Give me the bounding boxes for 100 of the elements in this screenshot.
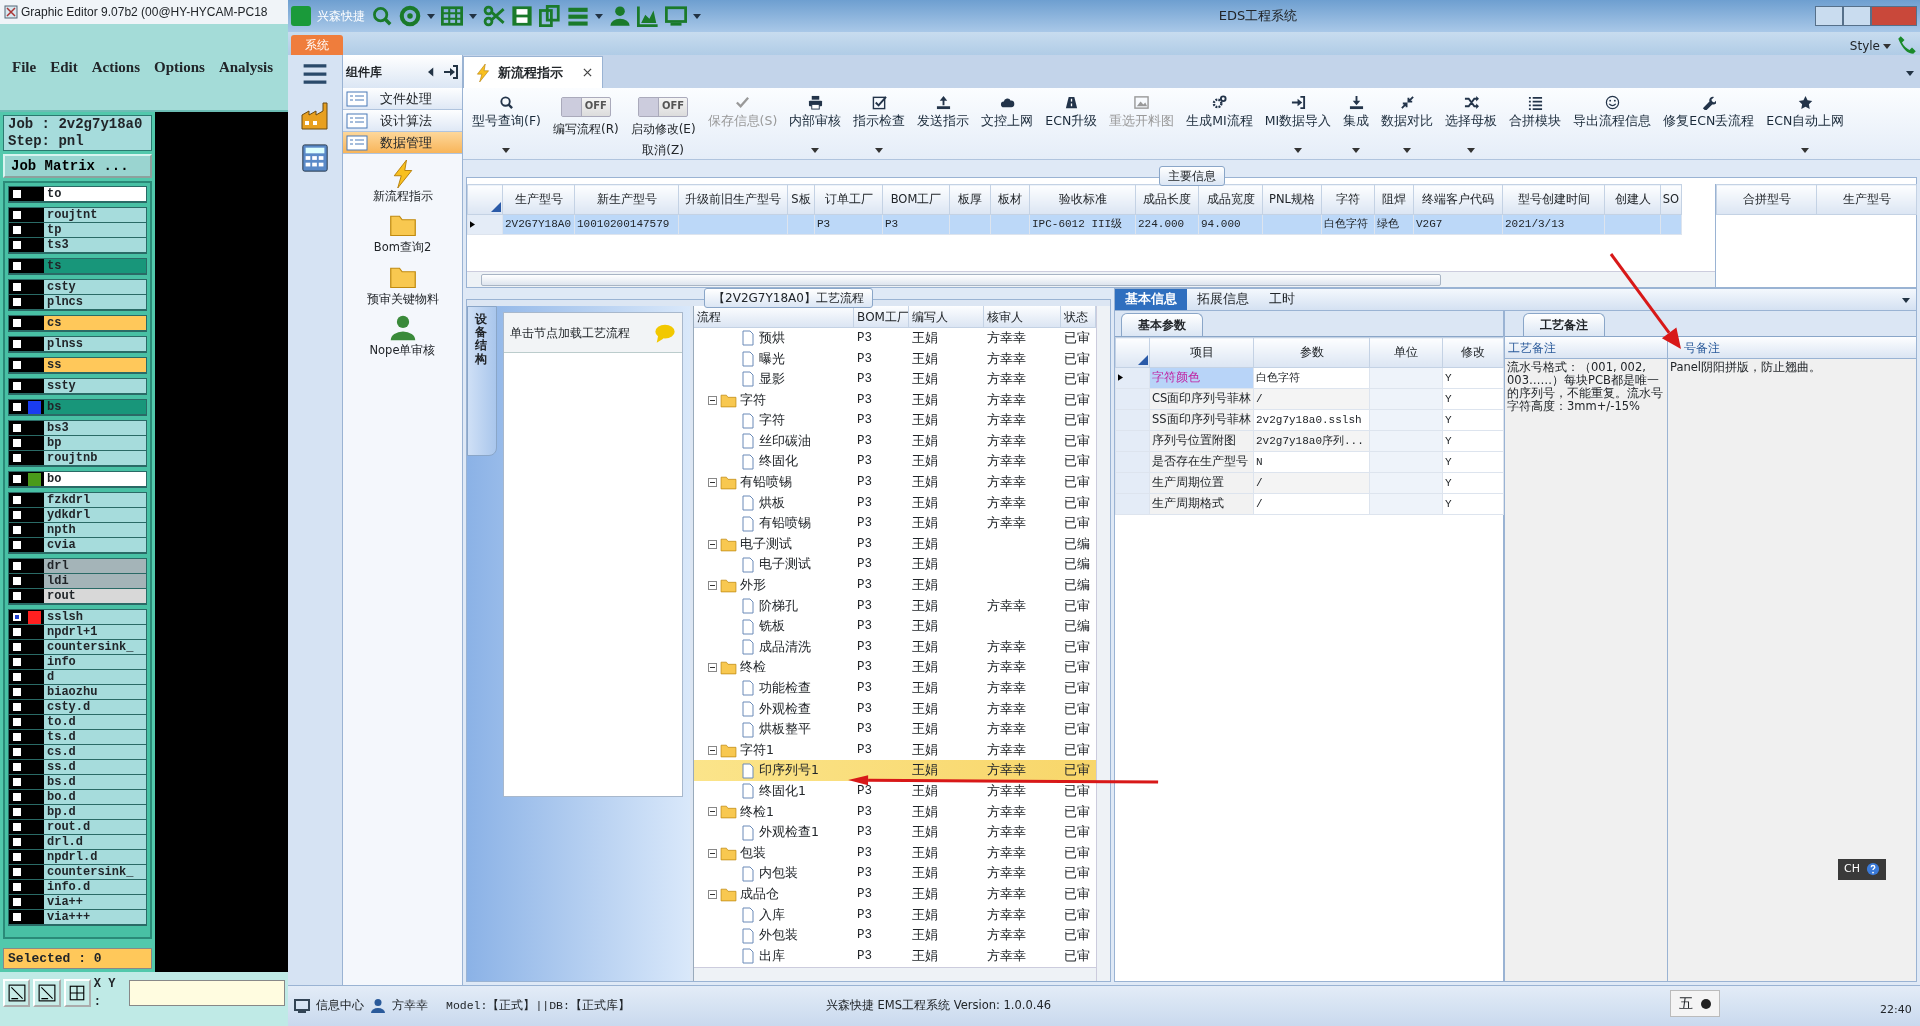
layer-checkbox[interactable] <box>11 896 23 908</box>
column-header[interactable]: 编写人 <box>909 306 985 327</box>
layer-name[interactable]: cs.d <box>44 745 146 759</box>
column-header[interactable]: 订单工厂 <box>814 184 883 215</box>
toolbar-button[interactable]: 内部审核 <box>783 91 848 153</box>
tree-row[interactable]: 预烘 P3 王娟 方幸幸 已审 <box>694 328 1097 349</box>
toolbar-button[interactable]: 导出流程信息 <box>1567 91 1658 153</box>
layer-checkbox[interactable] <box>11 791 23 803</box>
document-tab[interactable]: 新流程指示 <box>463 56 603 88</box>
tree-row[interactable]: 有铅喷锡 P3 王娟 方幸幸 已审 <box>694 513 1097 534</box>
column-header[interactable]: 升级前旧生产型号 <box>678 184 788 215</box>
layer-name[interactable]: npdrl.d <box>44 850 146 864</box>
tree-row[interactable]: 成品仓 P3 王娟 方幸幸 已审 <box>694 884 1097 905</box>
layer-name[interactable]: info.d <box>44 880 146 894</box>
menu-item[interactable]: Actions <box>91 55 140 79</box>
layer-checkbox[interactable] <box>11 509 23 521</box>
maximize-button[interactable] <box>1843 6 1871 26</box>
column-header[interactable]: 板厚 <box>949 184 991 215</box>
layer-name[interactable]: fzkdrl <box>44 493 146 507</box>
column-header[interactable]: 创建人 <box>1604 184 1661 215</box>
layer-name[interactable]: drl <box>44 559 146 573</box>
layer-name[interactable]: ldi <box>44 574 146 588</box>
column-header[interactable]: BOM工厂 <box>854 306 910 327</box>
menu-item[interactable]: Edit <box>50 55 78 79</box>
column-header[interactable]: 流程 <box>694 306 855 327</box>
factory-icon[interactable] <box>299 99 331 131</box>
launcher-item[interactable]: 预审关键物料 <box>343 262 462 308</box>
horizontal-scrollbar[interactable] <box>694 967 1097 981</box>
category-item[interactable]: 数据管理 <box>343 132 462 154</box>
toolbar-button[interactable] <box>33 979 61 1007</box>
column-header[interactable]: 验收标准 <box>1029 184 1136 215</box>
status-text[interactable]: 信息中心 <box>316 997 364 1015</box>
layer-checkbox[interactable] <box>11 494 23 506</box>
toolbar-button[interactable] <box>63 979 91 1007</box>
toolbar-button[interactable]: 选择母板 <box>1439 91 1504 153</box>
toolbar-button[interactable]: 生成MI流程 <box>1180 91 1259 153</box>
toolbar-button[interactable]: 发送指示 <box>911 91 976 153</box>
layer-checkbox[interactable] <box>11 851 23 863</box>
toolbar-button[interactable] <box>3 979 31 1007</box>
column-header[interactable]: 新生产型号 <box>574 184 679 215</box>
column-header[interactable]: SO <box>1660 184 1682 215</box>
collapse-toggle[interactable] <box>708 580 718 590</box>
tree-row[interactable]: 阶梯孔 P3 王娟 方幸幸 已审 <box>694 595 1097 617</box>
tab[interactable]: 拓展信息 <box>1187 289 1259 310</box>
layer-name[interactable]: ts.d <box>44 730 146 744</box>
layer-checkbox[interactable] <box>11 317 23 329</box>
column-header[interactable]: 合拼型号 <box>1716 184 1817 215</box>
layer-name[interactable]: ts <box>44 259 146 273</box>
layer-name[interactable]: ydkdrl <box>44 508 146 522</box>
layer-name[interactable]: csty <box>44 280 146 294</box>
toolbar-button[interactable]: ECN自动上网 <box>1760 91 1851 153</box>
layer-name[interactable]: bs.d <box>44 775 146 789</box>
launcher-item[interactable]: Bom查询2 <box>343 211 462 257</box>
tree-row[interactable]: 外观检查1 P3 王娟 方幸幸 已审 <box>694 822 1097 843</box>
layer-checkbox[interactable] <box>11 611 23 623</box>
layer-checkbox[interactable] <box>11 590 23 602</box>
layer-name[interactable]: ssty <box>44 379 146 393</box>
layer-name[interactable]: biaozhu <box>44 685 146 699</box>
tree-row[interactable]: 显影 P3 王娟 方幸幸 已审 <box>694 369 1097 390</box>
toolbar-button[interactable]: 合拼模块 <box>1503 91 1568 153</box>
layer-name[interactable]: roujtnb <box>44 451 146 465</box>
category-item[interactable]: 文件处理 <box>343 88 462 110</box>
toolbar-button[interactable]: 修复ECN丢流程 <box>1657 91 1761 153</box>
column-header[interactable]: 修改 <box>1442 337 1504 368</box>
column-header[interactable]: 号备注 <box>1668 337 1723 358</box>
layer-name[interactable]: to.d <box>44 715 146 729</box>
tree-row[interactable]: 字符 P3 王娟 方幸幸 已审 <box>694 410 1097 431</box>
column-header[interactable]: 项目 <box>1149 337 1254 368</box>
style-menu[interactable]: Style <box>1849 37 1891 55</box>
column-header[interactable]: 成品宽度 <box>1198 184 1263 215</box>
layer-checkbox[interactable] <box>11 473 23 485</box>
layer-checkbox[interactable] <box>11 260 23 272</box>
layer-checkbox[interactable] <box>11 281 23 293</box>
layer-name[interactable]: bp.d <box>44 805 146 819</box>
layer-name[interactable]: bp <box>44 436 146 450</box>
layer-checkbox[interactable] <box>11 380 23 392</box>
toolbar-button[interactable]: 指示检查 <box>847 91 912 153</box>
collapse-toggle[interactable] <box>708 745 718 755</box>
toolbar-button[interactable]: 集成 <box>1337 91 1376 153</box>
collapse-toggle[interactable] <box>708 663 718 673</box>
layer-checkbox[interactable] <box>11 560 23 572</box>
layer-name[interactable]: npdrl+1 <box>44 625 146 639</box>
layer-name[interactable]: info <box>44 655 146 669</box>
layer-checkbox[interactable] <box>11 641 23 653</box>
tree-row[interactable]: 外包装 P3 王娟 方幸幸 已审 <box>694 925 1097 946</box>
layer-checkbox[interactable] <box>11 746 23 758</box>
layer-checkbox[interactable] <box>11 575 23 587</box>
minimize-button[interactable] <box>1815 6 1843 26</box>
collapse-toggle[interactable] <box>708 889 718 899</box>
layer-checkbox[interactable] <box>11 911 23 923</box>
sub-tab[interactable]: 工艺备注 <box>1523 313 1605 336</box>
horizontal-scrollbar[interactable] <box>467 271 1715 287</box>
tree-row[interactable]: 内包装 P3 王娟 方幸幸 已审 <box>694 863 1097 885</box>
tree-row[interactable]: 电子测试 P3 王娟 已编 <box>694 533 1097 555</box>
layer-checkbox[interactable] <box>11 686 23 698</box>
job-matrix-button[interactable]: Job Matrix ... <box>3 154 152 178</box>
column-header[interactable]: 生产型号 <box>1816 184 1917 215</box>
layer-name[interactable]: d <box>44 670 146 684</box>
layer-checkbox[interactable] <box>11 761 23 773</box>
layer-checkbox[interactable] <box>11 338 23 350</box>
